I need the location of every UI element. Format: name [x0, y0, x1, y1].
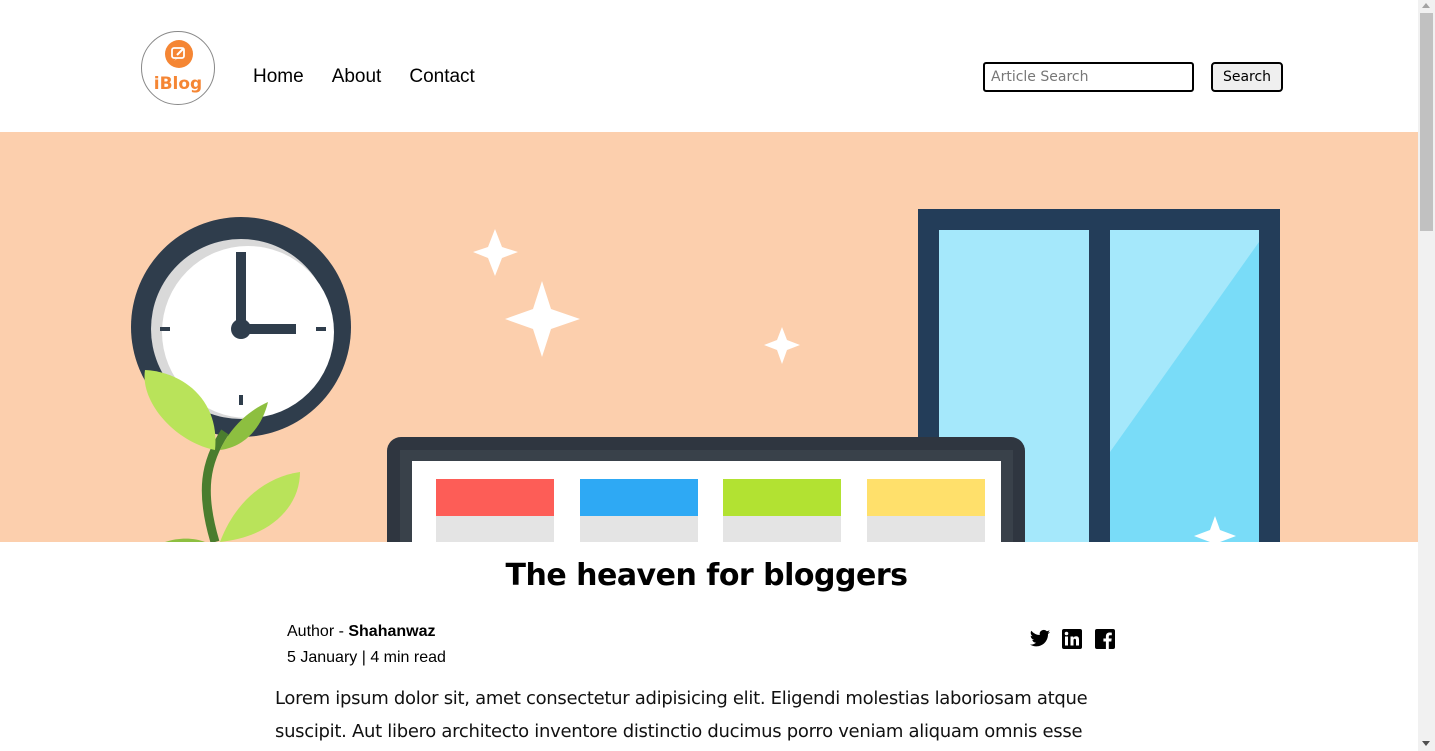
page-scrollbar[interactable] [1418, 0, 1435, 751]
linkedin-icon[interactable] [1062, 629, 1084, 651]
scroll-up-arrow-icon[interactable] [1422, 3, 1430, 8]
article-title: The heaven for bloggers [505, 558, 908, 593]
article-meta: Author - Shahanwaz 5 January | 4 min rea… [287, 619, 446, 671]
social-links [1029, 629, 1117, 651]
hero-banner [0, 132, 1418, 542]
article-search-input[interactable] [983, 62, 1194, 92]
iblog-logo[interactable]: iBlog [141, 31, 215, 105]
logo-text: iBlog [153, 74, 203, 94]
twitter-icon[interactable] [1029, 629, 1051, 651]
nav-contact-link[interactable]: Contact [409, 66, 474, 88]
sparkle-icon [473, 229, 800, 364]
main-nav: Home About Contact [253, 66, 475, 88]
author-line: Author - Shahanwaz [287, 619, 446, 645]
scroll-thumb[interactable] [1420, 13, 1433, 231]
facebook-icon[interactable] [1095, 629, 1117, 651]
nav-home-link[interactable]: Home [253, 66, 304, 88]
author-name[interactable]: Shahanwaz [348, 623, 435, 640]
monitor-icon [387, 437, 1025, 542]
article-body: Lorem ipsum dolor sit, amet consectetur … [275, 688, 1088, 742]
site-header: iBlog Home About Contact Search [0, 0, 1418, 132]
date-line: 5 January | 4 min read [287, 649, 446, 666]
author-label: Author - [287, 623, 349, 640]
hero-illustration [131, 209, 1280, 542]
scroll-down-arrow-icon[interactable] [1422, 741, 1430, 746]
pencil-chat-icon [165, 40, 193, 68]
nav-about-link[interactable]: About [332, 66, 382, 88]
search-button[interactable]: Search [1211, 62, 1283, 92]
